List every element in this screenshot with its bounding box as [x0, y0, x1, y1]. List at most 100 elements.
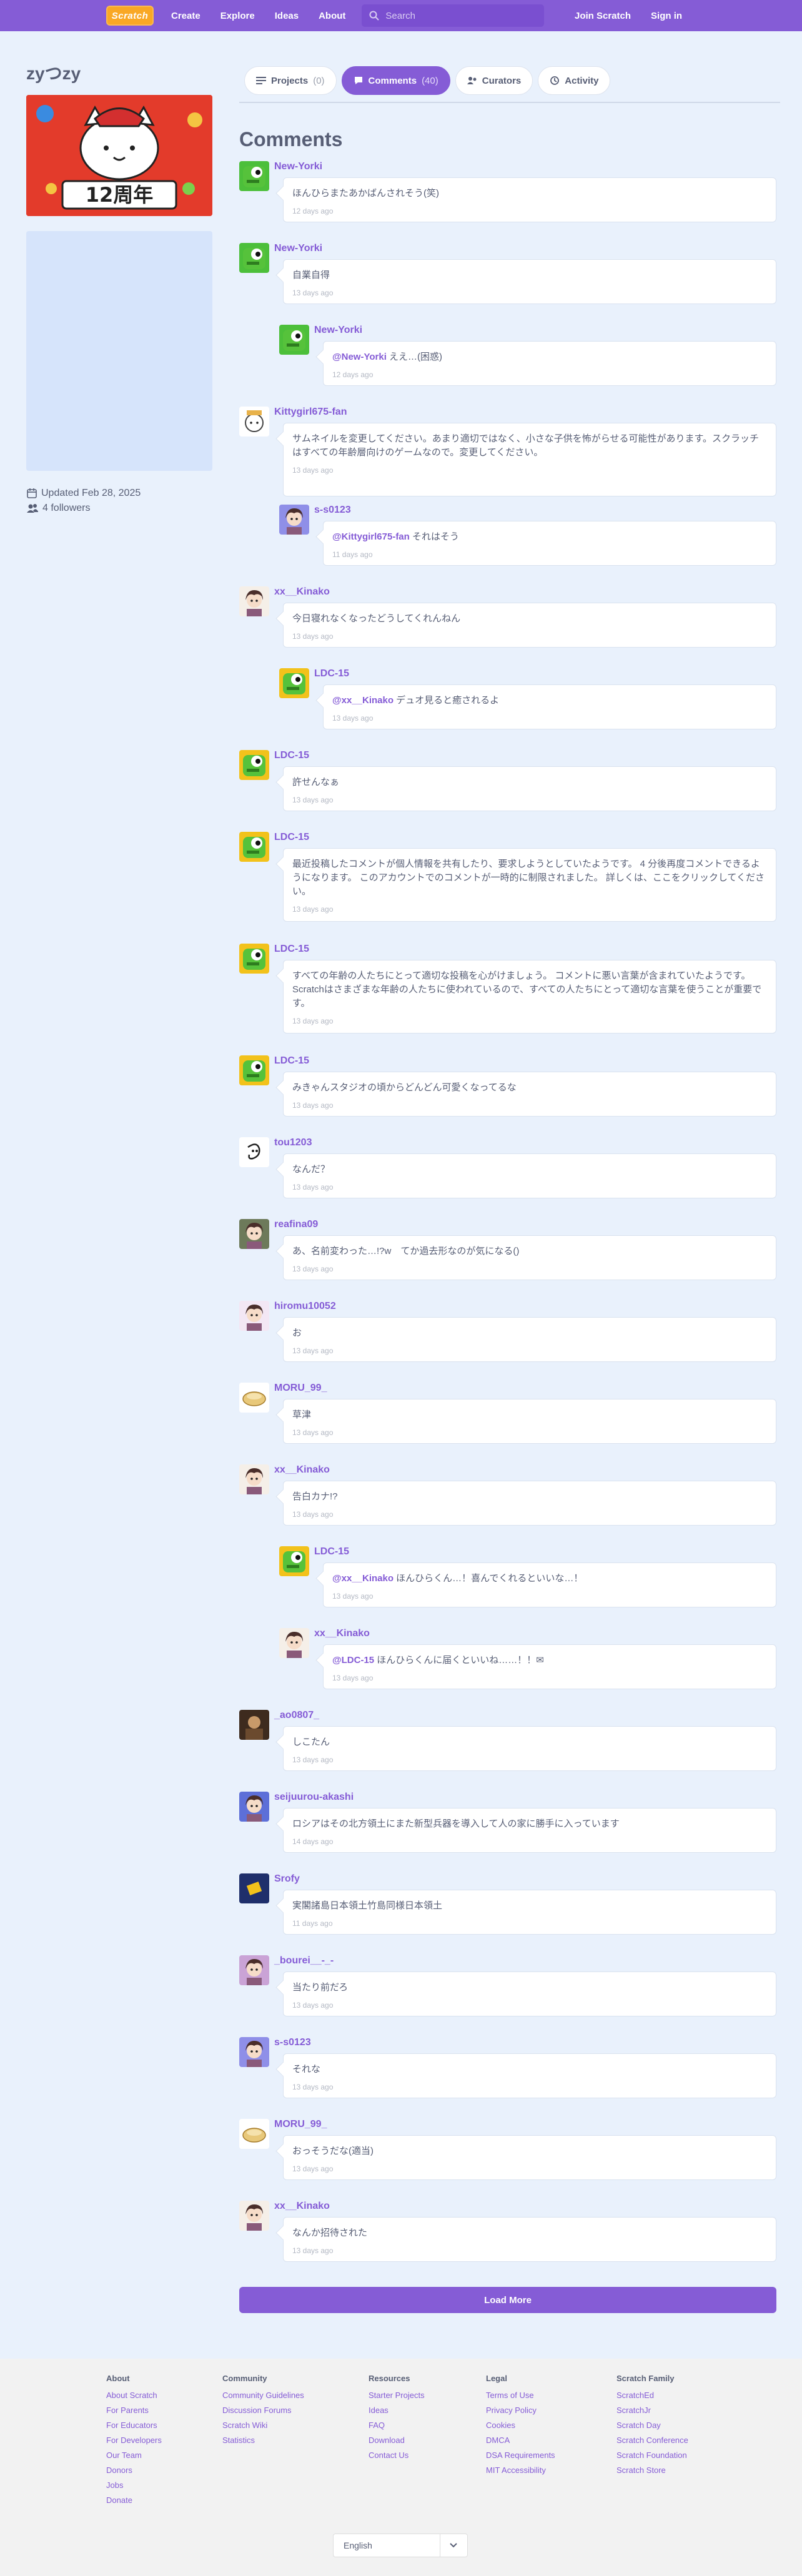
comment-username[interactable]: s-s0123	[274, 2037, 311, 2048]
footer-link[interactable]: Privacy Policy	[486, 2403, 555, 2418]
tab-comments[interactable]: Comments (40)	[341, 66, 450, 95]
nav-explore[interactable]: Explore	[210, 0, 265, 31]
footer-link[interactable]: For Parents	[106, 2403, 162, 2418]
footer-link[interactable]: Starter Projects	[369, 2388, 425, 2403]
footer-link[interactable]: Scratch Foundation	[616, 2448, 688, 2463]
comment-username[interactable]: New-Yorki	[274, 243, 322, 254]
footer-link[interactable]: Discussion Forums	[222, 2403, 304, 2418]
footer-link[interactable]: DMCA	[486, 2433, 555, 2448]
comment-username[interactable]: LDC-15	[274, 750, 309, 761]
comment-username[interactable]: tou1203	[274, 1137, 312, 1148]
comment-username[interactable]: LDC-15	[314, 668, 349, 679]
user-avatar[interactable]	[239, 750, 269, 780]
footer-link[interactable]: ScratchJr	[616, 2403, 688, 2418]
footer-link[interactable]: DSA Requirements	[486, 2448, 555, 2463]
scratch-logo[interactable]: Scratch	[106, 6, 154, 26]
nav-ideas[interactable]: Ideas	[265, 0, 309, 31]
footer-link[interactable]: Cookies	[486, 2418, 555, 2433]
comment-username[interactable]: LDC-15	[274, 1055, 309, 1067]
footer-link[interactable]: Terms of Use	[486, 2388, 555, 2403]
comment-username[interactable]: Kittygirl675-fan	[274, 407, 347, 418]
user-avatar[interactable]	[239, 1873, 269, 1903]
user-avatar[interactable]	[239, 1955, 269, 1985]
footer-link[interactable]: ScratchEd	[616, 2388, 688, 2403]
comment-mention[interactable]: @xx__Kinako	[332, 1573, 394, 1584]
tab-projects[interactable]: Projects (0)	[244, 66, 337, 95]
comment-username[interactable]: New-Yorki	[274, 161, 322, 172]
user-avatar[interactable]	[239, 243, 269, 273]
footer-link[interactable]: For Educators	[106, 2418, 162, 2433]
user-avatar[interactable]	[279, 505, 309, 535]
footer-link[interactable]: Scratch Store	[616, 2463, 688, 2478]
footer-link[interactable]: For Developers	[106, 2433, 162, 2448]
comment-username[interactable]: xx__Kinako	[274, 586, 330, 598]
footer-link[interactable]: FAQ	[369, 2418, 425, 2433]
footer-link[interactable]: Statistics	[222, 2433, 304, 2448]
footer-link[interactable]: Donors	[106, 2463, 162, 2478]
user-avatar[interactable]	[239, 2119, 269, 2149]
user-avatar[interactable]	[239, 1301, 269, 1331]
footer-link[interactable]: Scratch Wiki	[222, 2418, 304, 2433]
user-avatar[interactable]	[239, 407, 269, 437]
user-avatar[interactable]	[279, 1628, 309, 1658]
comment-mention[interactable]: @xx__Kinako	[332, 695, 394, 706]
user-avatar[interactable]	[239, 161, 269, 191]
comment-username[interactable]: seijuurou-akashi	[274, 1792, 354, 1803]
comment-username[interactable]: LDC-15	[274, 832, 309, 843]
user-avatar[interactable]	[239, 1464, 269, 1494]
user-avatar[interactable]	[239, 1710, 269, 1740]
user-avatar[interactable]	[239, 1792, 269, 1822]
comment-username[interactable]: xx__Kinako	[274, 1464, 330, 1476]
footer-link[interactable]: Our Team	[106, 2448, 162, 2463]
user-avatar[interactable]	[239, 1055, 269, 1085]
comment-username[interactable]: reafina09	[274, 1219, 318, 1230]
comment-username[interactable]: xx__Kinako	[274, 2201, 330, 2212]
footer-link[interactable]: Ideas	[369, 2403, 425, 2418]
user-avatar[interactable]	[239, 1383, 269, 1413]
comment-bubble: みきゃんスタジオの頃からどんどん可愛くなってるな 13 days ago	[283, 1072, 776, 1117]
join-scratch-link[interactable]: Join Scratch	[565, 0, 641, 31]
followers-row[interactable]: 4 followers	[26, 501, 214, 516]
user-avatar[interactable]	[239, 586, 269, 616]
footer-link[interactable]: Donate	[106, 2493, 162, 2508]
footer-link[interactable]: About Scratch	[106, 2388, 162, 2403]
user-avatar[interactable]	[239, 832, 269, 862]
language-select[interactable]: English	[333, 2534, 468, 2557]
footer-link[interactable]: Scratch Day	[616, 2418, 688, 2433]
footer-link[interactable]: Jobs	[106, 2478, 162, 2493]
user-avatar[interactable]	[239, 1137, 269, 1167]
user-avatar[interactable]	[279, 325, 309, 355]
footer-link[interactable]: Scratch Conference	[616, 2433, 688, 2448]
user-avatar[interactable]	[279, 1546, 309, 1576]
comment-username[interactable]: xx__Kinako	[314, 1628, 370, 1639]
comment-username[interactable]: LDC-15	[274, 944, 309, 955]
comment-mention[interactable]: @LDC-15	[332, 1655, 374, 1666]
comment-username[interactable]: hiromu10052	[274, 1301, 336, 1312]
comment-username[interactable]: s-s0123	[314, 505, 351, 516]
search-input[interactable]: Search	[362, 4, 545, 27]
footer-link[interactable]: Contact Us	[369, 2448, 425, 2463]
user-avatar[interactable]	[239, 944, 269, 974]
comment-username[interactable]: LDC-15	[314, 1546, 349, 1557]
user-avatar[interactable]	[239, 2037, 269, 2067]
tab-activity[interactable]: Activity	[538, 66, 611, 95]
nav-about[interactable]: About	[309, 0, 355, 31]
sign-in-link[interactable]: Sign in	[641, 0, 692, 31]
nav-create[interactable]: Create	[161, 0, 210, 31]
comment-username[interactable]: _bourei__-_-	[274, 1955, 334, 1967]
tab-curators[interactable]: Curators	[455, 66, 533, 95]
comment-mention[interactable]: @Kittygirl675-fan	[332, 531, 410, 542]
user-avatar[interactable]	[279, 668, 309, 698]
comment-username[interactable]: MORU_99_	[274, 1383, 327, 1394]
user-avatar[interactable]	[239, 1219, 269, 1249]
footer-link[interactable]: Download	[369, 2433, 425, 2448]
load-more-button[interactable]: Load More	[239, 2287, 776, 2313]
comment-mention[interactable]: @New-Yorki	[332, 352, 387, 362]
comment-username[interactable]: MORU_99_	[274, 2119, 327, 2130]
comment-username[interactable]: Srofy	[274, 1873, 300, 1885]
comment-username[interactable]: New-Yorki	[314, 325, 362, 336]
comment-username[interactable]: _ao0807_	[274, 1710, 319, 1721]
user-avatar[interactable]	[239, 2201, 269, 2231]
footer-link[interactable]: Community Guidelines	[222, 2388, 304, 2403]
footer-link[interactable]: MIT Accessibility	[486, 2463, 555, 2478]
